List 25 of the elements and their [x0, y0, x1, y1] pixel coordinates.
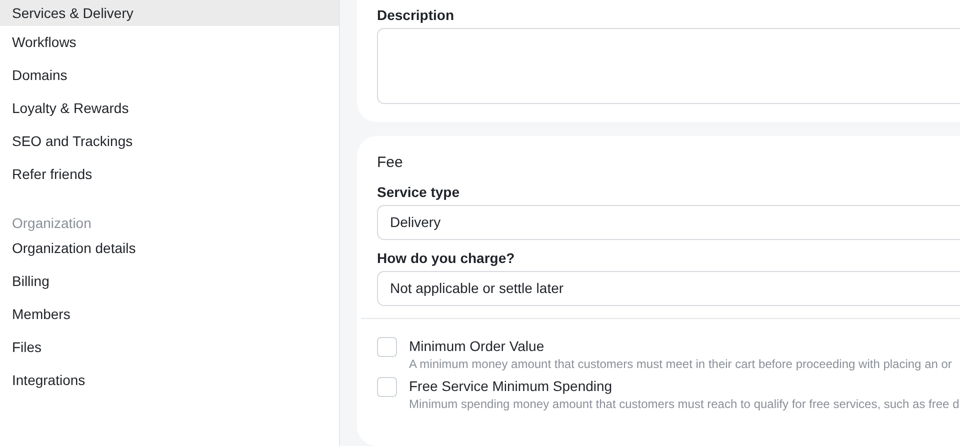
- select-field[interactable]: Not applicable or settle later: [377, 271, 960, 306]
- sidebar-item[interactable]: Loyalty & Rewards: [0, 92, 339, 125]
- select-field[interactable]: Delivery: [377, 205, 960, 240]
- sidebar-item[interactable]: Refer friends: [0, 158, 339, 191]
- sidebar-item[interactable]: SEO and Trackings: [0, 125, 339, 158]
- field-label: Service type: [377, 183, 460, 201]
- option-label: Minimum Order Value: [409, 337, 544, 355]
- sidebar-item[interactable]: Domains: [0, 59, 339, 92]
- sidebar-item[interactable]: Integrations: [0, 364, 339, 397]
- sidebar-item[interactable]: Organization details: [0, 232, 339, 265]
- option-label: Free Service Minimum Spending: [409, 377, 612, 395]
- sidebar-item[interactable]: Workflows: [0, 26, 339, 59]
- sidebar-item[interactable]: Billing: [0, 265, 339, 298]
- checkbox[interactable]: [377, 377, 397, 397]
- checkbox[interactable]: [377, 337, 397, 357]
- section-heading: Organization: [11, 214, 92, 232]
- sidebar-item[interactable]: Services & Delivery: [0, 0, 339, 26]
- field-label: Description: [377, 6, 456, 24]
- section-title: Fee: [377, 153, 404, 173]
- option-hint: Minimum spending money amount that customers must reach to qualify for free services, such as free d: [409, 396, 960, 413]
- field-label: How do you charge?: [377, 249, 516, 267]
- option-hint: A minimum money amount that customers must meet in their cart before proceeding with placing an or: [409, 356, 952, 373]
- description-field[interactable]: [377, 28, 960, 104]
- sidebar-item[interactable]: Files: [0, 331, 339, 364]
- sidebar-item[interactable]: Members: [0, 298, 339, 331]
